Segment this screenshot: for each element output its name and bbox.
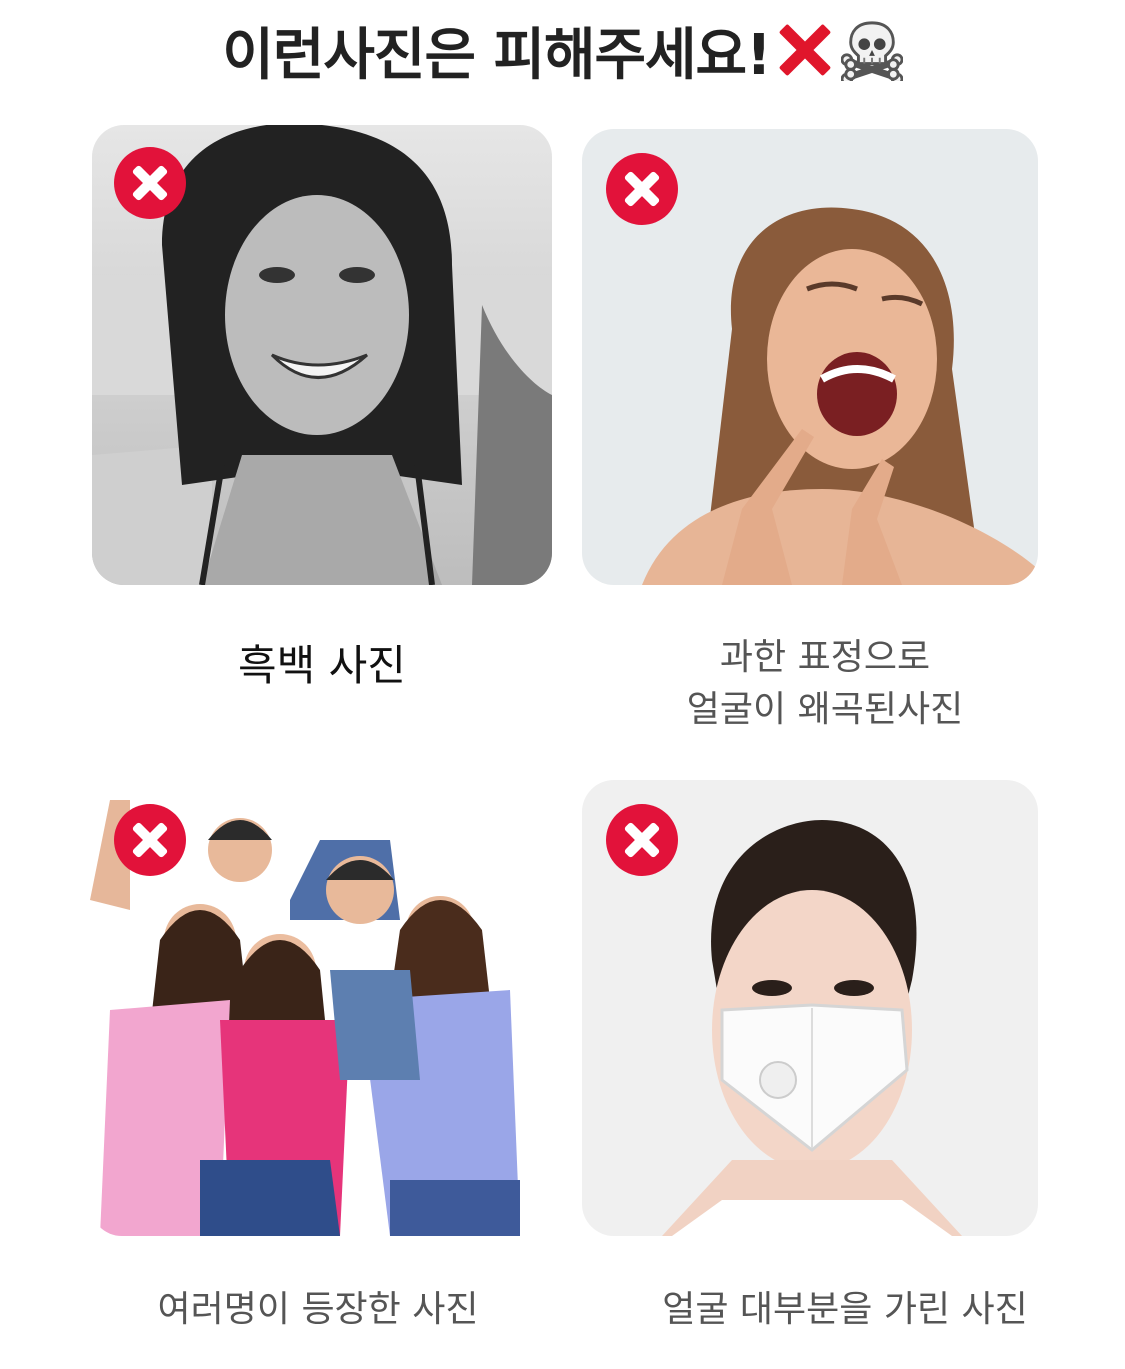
close-icon [606,804,678,876]
caption-multiple-people: 여러명이 등장한 사진 [90,1284,546,1336]
example-card-multiple-people [90,780,546,1236]
example-card-covered-face [582,780,1038,1236]
example-card-black-and-white [92,125,552,585]
caption-line: 여러명이 등장한 사진 [157,1289,479,1330]
close-icon [114,147,186,219]
caption-line: 얼굴이 왜곡된사진 [686,689,964,730]
title-text: 이런사진은 피해주세요! [222,22,771,88]
close-icon [606,153,678,225]
example-card-exaggerated-expression [582,129,1038,585]
caption-line: 흑백 사진 [238,641,406,690]
caption-covered-face: 얼굴 대부분을 가린 사진 [610,1284,1080,1336]
x-mark-icon [775,21,833,79]
caption-exaggerated-expression: 과한 표정으로 얼굴이 왜곡된사진 [582,632,1068,736]
skull-crossbones-icon [840,21,903,81]
caption-black-and-white: 흑백 사진 [92,640,552,692]
caption-line: 과한 표정으로 [719,637,931,678]
page-title: 이런사진은 피해주세요! [0,10,1125,90]
close-icon [114,804,186,876]
caption-line: 얼굴 대부분을 가린 사진 [662,1289,1028,1330]
